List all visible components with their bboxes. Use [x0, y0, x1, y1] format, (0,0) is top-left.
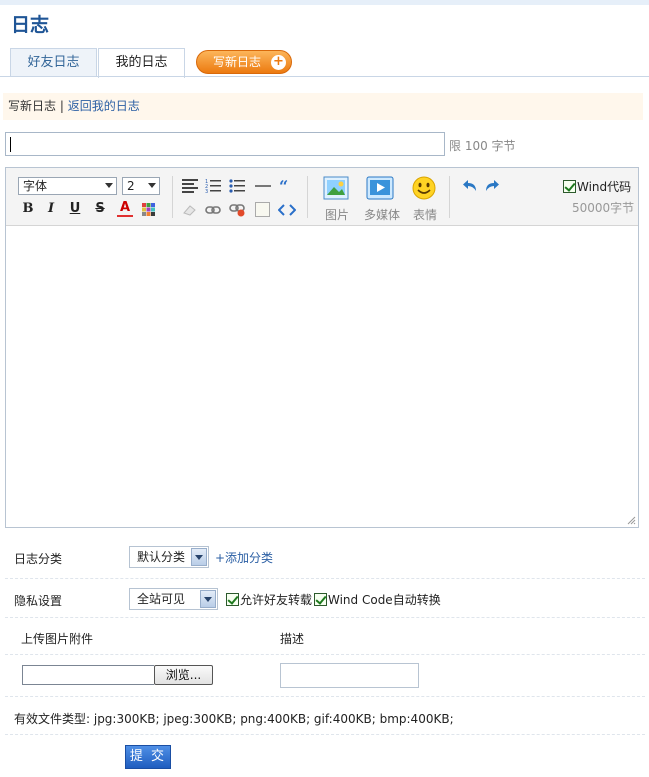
font-select-value: 字体 — [23, 179, 48, 193]
tab-my-blog[interactable]: 我的日志 — [98, 48, 185, 78]
smiley-icon[interactable] — [411, 176, 439, 200]
breadcrumb: 写新日志 | 返回我的日志 — [3, 93, 643, 120]
allow-share-label: 允许好友转载 — [240, 593, 313, 607]
toolbar-divider — [449, 176, 450, 218]
tab-bar-line — [0, 76, 649, 77]
strikethrough-icon[interactable]: S — [92, 201, 108, 217]
undo-icon[interactable] — [462, 178, 478, 192]
font-size-select[interactable]: 2 — [122, 177, 160, 195]
plus-icon: + — [271, 55, 286, 70]
top-strip — [0, 0, 649, 5]
breadcrumb-current: 写新日志 — [8, 99, 57, 113]
align-left-icon[interactable] — [182, 179, 198, 193]
category-select-value: 默认分类 — [137, 550, 186, 564]
eraser-icon[interactable] — [182, 203, 198, 217]
add-category-link[interactable]: +添加分类 — [215, 549, 273, 566]
auto-convert-checkbox[interactable]: Wind Code自动转换 — [314, 591, 441, 608]
upload-attachment-header: 上传图片附件 — [21, 632, 94, 646]
checkbox-checked-icon — [314, 593, 327, 606]
page-title: 日志 — [11, 14, 50, 36]
code-icon[interactable] — [278, 204, 296, 216]
editor-content-area[interactable] — [6, 227, 638, 527]
category-row: 日志分类 默认分类 +添加分类 — [5, 537, 645, 579]
font-color-icon[interactable]: A — [117, 201, 133, 217]
checkbox-checked-icon — [563, 180, 576, 193]
table-icon[interactable] — [255, 202, 270, 217]
unlink-icon[interactable] — [229, 203, 246, 217]
link-icon[interactable] — [205, 205, 221, 215]
italic-icon[interactable]: I — [43, 201, 59, 217]
size-select-value: 2 — [127, 179, 135, 193]
emoticon-button-label[interactable]: 表情 — [403, 206, 447, 223]
image-button-label[interactable]: 图片 — [315, 206, 359, 223]
editor-toolbar: 字体 2 B I U S A 1 2 3 “ 图片 多媒体 表情 Wind代码 … — [6, 168, 638, 226]
wind-code-checkbox[interactable]: Wind代码 — [563, 178, 631, 195]
bold-icon[interactable]: B — [20, 201, 36, 217]
svg-text:“: “ — [279, 179, 288, 192]
underline-icon[interactable]: U — [67, 201, 83, 217]
back-to-my-blog-link[interactable]: 返回我的日志 — [68, 99, 140, 113]
ordered-list-icon[interactable]: 1 2 3 — [205, 178, 221, 193]
font-family-select[interactable]: 字体 — [18, 177, 117, 195]
dropdown-arrow-icon — [148, 183, 156, 188]
toolbar-divider — [307, 176, 308, 218]
redo-icon[interactable] — [484, 178, 500, 192]
file-types-row: 有效文件类型: jpg:300KB; jpeg:300KB; png:400KB… — [5, 697, 645, 735]
quote-icon[interactable]: “ — [279, 179, 295, 192]
resize-handle-icon[interactable] — [626, 515, 636, 525]
blog-title-input[interactable] — [5, 132, 445, 156]
breadcrumb-separator: | — [59, 99, 64, 113]
media-icon[interactable] — [366, 176, 394, 200]
file-path-input[interactable] — [22, 665, 154, 685]
media-button-label[interactable]: 多媒体 — [360, 206, 404, 223]
tab-friends-blog[interactable]: 好友日志 — [10, 48, 97, 77]
description-header: 描述 — [280, 632, 305, 646]
category-label: 日志分类 — [14, 552, 63, 566]
checkbox-checked-icon — [226, 593, 239, 606]
dropdown-arrow-icon — [191, 548, 207, 566]
toolbar-divider — [172, 176, 173, 218]
write-button-label: 写新日志 — [213, 55, 262, 69]
privacy-select[interactable]: 全站可见 — [129, 588, 218, 610]
dropdown-arrow-icon — [200, 590, 216, 608]
upload-header-row: 上传图片附件 描述 — [5, 618, 645, 655]
write-new-blog-button[interactable]: 写新日志 + — [196, 50, 292, 74]
horizontal-rule-icon[interactable] — [255, 185, 271, 187]
privacy-label: 隐私设置 — [14, 594, 63, 608]
privacy-row: 隐私设置 全站可见 允许好友转载 Wind Code自动转换 — [5, 579, 645, 618]
description-input[interactable] — [280, 663, 419, 688]
content-char-limit: 50000字节 — [572, 201, 635, 215]
wind-code-label: Wind代码 — [577, 180, 632, 194]
image-icon[interactable] — [323, 176, 351, 200]
background-color-icon[interactable] — [142, 203, 155, 216]
browse-button[interactable]: 浏览... — [154, 665, 213, 685]
title-limit-text: 限 100 字节 — [449, 139, 516, 153]
allow-share-checkbox[interactable]: 允许好友转载 — [226, 591, 312, 608]
rich-text-editor: 字体 2 B I U S A 1 2 3 “ 图片 多媒体 表情 Wind代码 … — [5, 167, 639, 528]
dropdown-arrow-icon — [105, 183, 113, 188]
auto-convert-label: Wind Code自动转换 — [328, 593, 441, 607]
submit-button[interactable]: 提 交 — [125, 745, 171, 769]
unordered-list-icon[interactable] — [229, 178, 245, 193]
category-select[interactable]: 默认分类 — [129, 546, 209, 568]
file-types-text: 有效文件类型: jpg:300KB; jpeg:300KB; png:400KB… — [14, 712, 454, 726]
text-caret — [10, 137, 11, 152]
svg-text:3: 3 — [205, 189, 208, 193]
privacy-select-value: 全站可见 — [137, 592, 186, 606]
